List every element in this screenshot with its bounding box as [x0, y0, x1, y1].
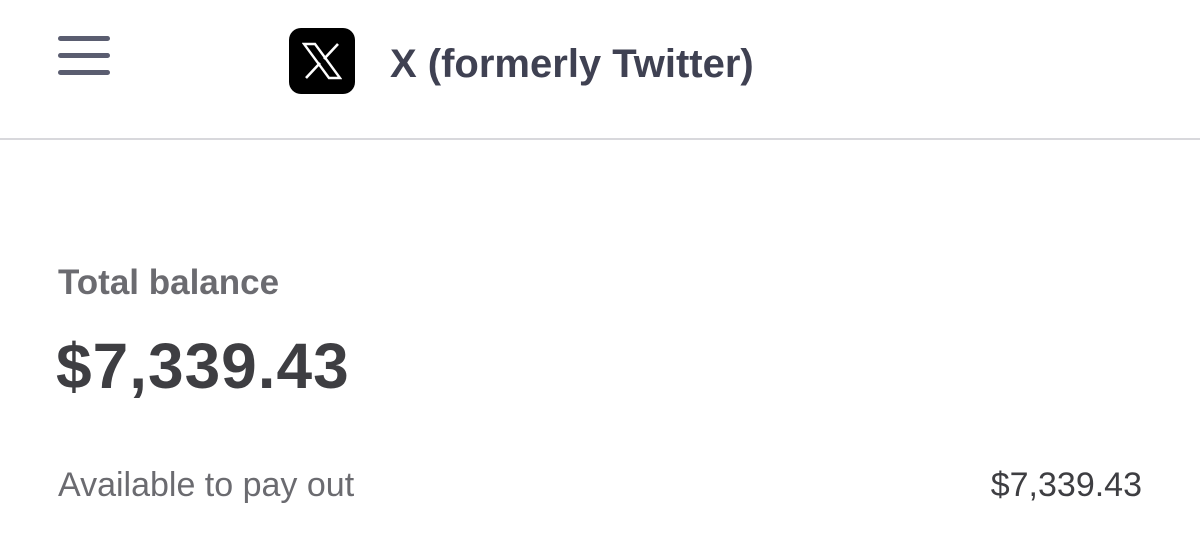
x-logo-icon	[289, 28, 355, 94]
available-payout-amount: $7,339.43	[990, 466, 1142, 504]
app-header: X (formerly Twitter)	[0, 0, 1200, 140]
total-balance-amount: $7,339.43	[56, 330, 350, 402]
available-payout-label: Available to pay out	[58, 466, 355, 504]
hamburger-menu-icon[interactable]	[56, 34, 112, 78]
balance-page: X (formerly Twitter) Total balance $7,33…	[0, 0, 1200, 552]
app-title: X (formerly Twitter)	[390, 42, 754, 86]
total-balance-label: Total balance	[58, 263, 280, 302]
